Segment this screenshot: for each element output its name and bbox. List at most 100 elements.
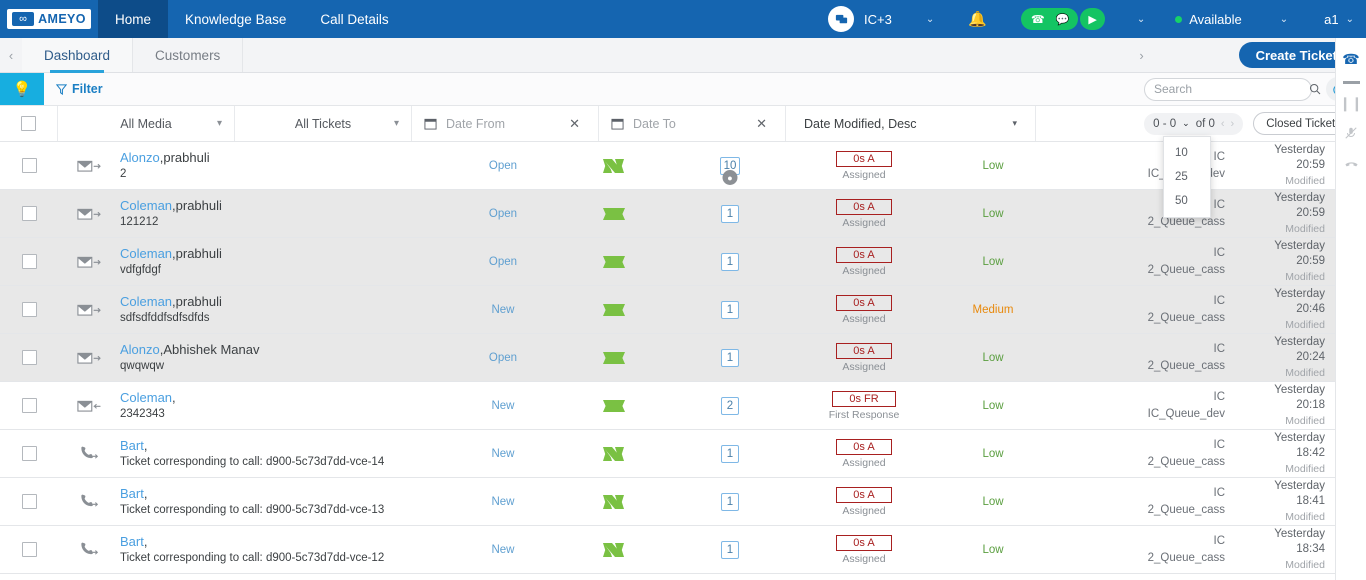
queue-group-label: IC	[1213, 199, 1226, 212]
user-label[interactable]: a1	[1324, 12, 1338, 27]
search-box[interactable]	[1144, 77, 1321, 101]
page-size-option-50[interactable]: 50	[1164, 189, 1210, 213]
message-count-badge[interactable]: 1	[721, 540, 739, 559]
ic-chevron-down-icon[interactable]: ⌄	[926, 14, 934, 25]
row-checkbox[interactable]	[21, 542, 37, 557]
tab-dashboard[interactable]: Dashboard	[22, 38, 134, 73]
priority-label: Low	[982, 255, 1004, 268]
brand-logo[interactable]: ∞ AMEYO	[0, 0, 98, 38]
status-chevron-down-icon[interactable]: ⌄	[1280, 14, 1288, 25]
phone-icon[interactable]: ☎	[1020, 8, 1051, 30]
customer-first-name: Coleman	[120, 245, 173, 261]
row-subject-cell[interactable]: Coleman,prabhuli 121212	[120, 190, 448, 237]
nav-item-knowledge-base[interactable]: Knowledge Base	[168, 0, 303, 38]
message-count-badge[interactable]: 1	[721, 204, 739, 223]
row-subject-cell[interactable]: Alonzo,prabhuli 2	[120, 142, 448, 189]
nav-item-home[interactable]: Home	[98, 0, 169, 38]
message-count-badge[interactable]: 1	[721, 444, 739, 463]
row-select-cell	[0, 526, 58, 573]
phone-icon[interactable]: ☎	[1336, 44, 1366, 74]
row-status-cell: Open	[448, 334, 558, 381]
chat-bubble-icon[interactable]	[828, 6, 855, 32]
tab-scroll-right-icon[interactable]: ›	[1131, 38, 1153, 72]
row-sla-cell: 0s FR First Response	[790, 382, 938, 429]
search-input[interactable]	[1154, 82, 1309, 96]
page-range-control[interactable]: 0 - 0 ⌄ of 0 ‹ ›	[1144, 112, 1244, 135]
date-from-field[interactable]: Date From ✕	[412, 106, 599, 141]
row-subject-cell[interactable]: Alonzo,Abhishek Manav qwqwqw	[120, 334, 448, 381]
row-count-cell: 2	[670, 382, 790, 429]
row-select-cell	[0, 334, 58, 381]
row-checkbox[interactable]	[21, 254, 37, 269]
queue-name-label: 2_Queue_cass	[1147, 503, 1225, 516]
page-size-option-10[interactable]: 10	[1164, 141, 1210, 165]
pause-icon[interactable]: ❙❙	[1336, 88, 1366, 118]
table-row[interactable]: Coleman,prabhuli 121212 Open 1 0s A Assigned L…	[0, 190, 1335, 238]
ticket-list[interactable]: Alonzo,prabhuli 2 Open 10 ● 0s A Assigned Low IC…	[0, 142, 1335, 580]
row-subject-cell[interactable]: Bart, Ticket corresponding to call: d900-…	[120, 430, 448, 477]
video-icon[interactable]: ▶	[1080, 8, 1105, 30]
row-subject-cell[interactable]: Bart, Ticket corresponding to call: d900-…	[120, 478, 448, 525]
customer-name: Alonzo,Abhishek Manav	[120, 341, 448, 359]
row-subject-cell[interactable]: Bart, Ticket corresponding to call: d900-…	[120, 526, 448, 573]
row-subject-cell[interactable]: Coleman,prabhuli sdfsdfddfsdfsdfds	[120, 286, 448, 333]
pdf-icon[interactable]: ●	[722, 170, 738, 185]
row-checkbox[interactable]	[21, 302, 37, 317]
channel-chevron-down-icon[interactable]: ⌄	[1137, 14, 1145, 25]
lightbulb-icon[interactable]: 💡	[0, 73, 44, 105]
row-priority-cell: Low	[938, 142, 1048, 189]
nav-item-call-details[interactable]: Call Details	[303, 0, 405, 38]
page-next-button[interactable]: ›	[1231, 118, 1235, 130]
table-row[interactable]: Alonzo,Abhishek Manav qwqwqw Open 1 0s A Assi…	[0, 334, 1335, 382]
tab-scroll-left-icon[interactable]: ‹	[0, 38, 22, 72]
sort-select[interactable]: Date Modified, Desc ▾	[786, 106, 1036, 141]
tag-split-icon	[558, 430, 670, 477]
row-checkbox[interactable]	[21, 446, 37, 461]
row-checkbox[interactable]	[21, 206, 37, 221]
table-row[interactable]: Coleman, 2342343 New 2 0s FR First Response Lo…	[0, 382, 1335, 430]
customer-first-name: Bart	[120, 485, 144, 501]
page-prev-button[interactable]: ‹	[1221, 118, 1225, 130]
chat-icon[interactable]: 💬	[1050, 8, 1079, 30]
mute-icon[interactable]	[1336, 118, 1366, 148]
row-checkbox[interactable]	[21, 350, 37, 365]
table-row[interactable]: Coleman,prabhuli sdfsdfddfsdfsdfds New 1 0s …	[0, 286, 1335, 334]
row-checkbox[interactable]	[21, 494, 37, 509]
tickets-filter-select[interactable]: All Tickets ▾	[235, 106, 412, 141]
tag-icon	[558, 334, 670, 381]
filter-button[interactable]: Filter	[44, 73, 115, 105]
row-subject-cell[interactable]: Coleman, 2342343	[120, 382, 448, 429]
user-chevron-down-icon[interactable]: ⌄	[1346, 14, 1354, 25]
select-all-checkbox[interactable]	[21, 116, 36, 131]
sla-badge: 0s A	[836, 486, 892, 503]
media-filter-select[interactable]: All Media ▾	[58, 106, 235, 141]
page-size-chevron-down-icon[interactable]: ⌄	[1182, 118, 1190, 129]
date-from-clear-icon[interactable]: ✕	[569, 116, 580, 132]
tab-customers[interactable]: Customers	[133, 38, 244, 72]
message-count-badge[interactable]: 2	[721, 396, 739, 415]
ticket-subject: Ticket corresponding to call: d900-5c73d…	[120, 504, 385, 517]
table-row[interactable]: Bart, Ticket corresponding to call: d900-…	[0, 430, 1335, 478]
hangup-icon[interactable]	[1336, 148, 1366, 178]
message-count-badge[interactable]: 1	[721, 348, 739, 367]
table-row[interactable]: Bart, Ticket corresponding to call: d900-…	[0, 478, 1335, 526]
page-size-option-25[interactable]: 25	[1164, 165, 1210, 189]
table-row[interactable]: Alonzo,prabhuli 2 Open 10 ● 0s A Assigned Low IC…	[0, 142, 1335, 190]
row-time-cell: Yesterday 20:24 Modified	[1239, 334, 1335, 381]
row-subject-cell[interactable]: Coleman,prabhuli vdfgfdgf	[120, 238, 448, 285]
modified-caption: Modified	[1285, 174, 1325, 187]
message-count-badge[interactable]: 1	[721, 300, 739, 319]
table-row[interactable]: Bart, Ticket corresponding to call: d900-…	[0, 526, 1335, 574]
bell-icon[interactable]: 🔔	[968, 10, 987, 28]
date-to-clear-icon[interactable]: ✕	[756, 116, 767, 132]
row-checkbox[interactable]	[21, 158, 37, 173]
message-count-badge[interactable]: 1	[721, 492, 739, 511]
status-badge: New	[491, 495, 515, 508]
table-row[interactable]: Coleman,prabhuli vdfgfdgf Open 1 0s A Assigne…	[0, 238, 1335, 286]
date-to-field[interactable]: Date To ✕	[599, 106, 786, 141]
search-icon[interactable]	[1309, 83, 1321, 95]
message-count-badge[interactable]: 1	[721, 252, 739, 271]
row-checkbox[interactable]	[21, 398, 37, 413]
row-sla-cell: 0s A Assigned	[790, 478, 938, 525]
page-size-dropdown: 10 25 50	[1163, 136, 1211, 218]
